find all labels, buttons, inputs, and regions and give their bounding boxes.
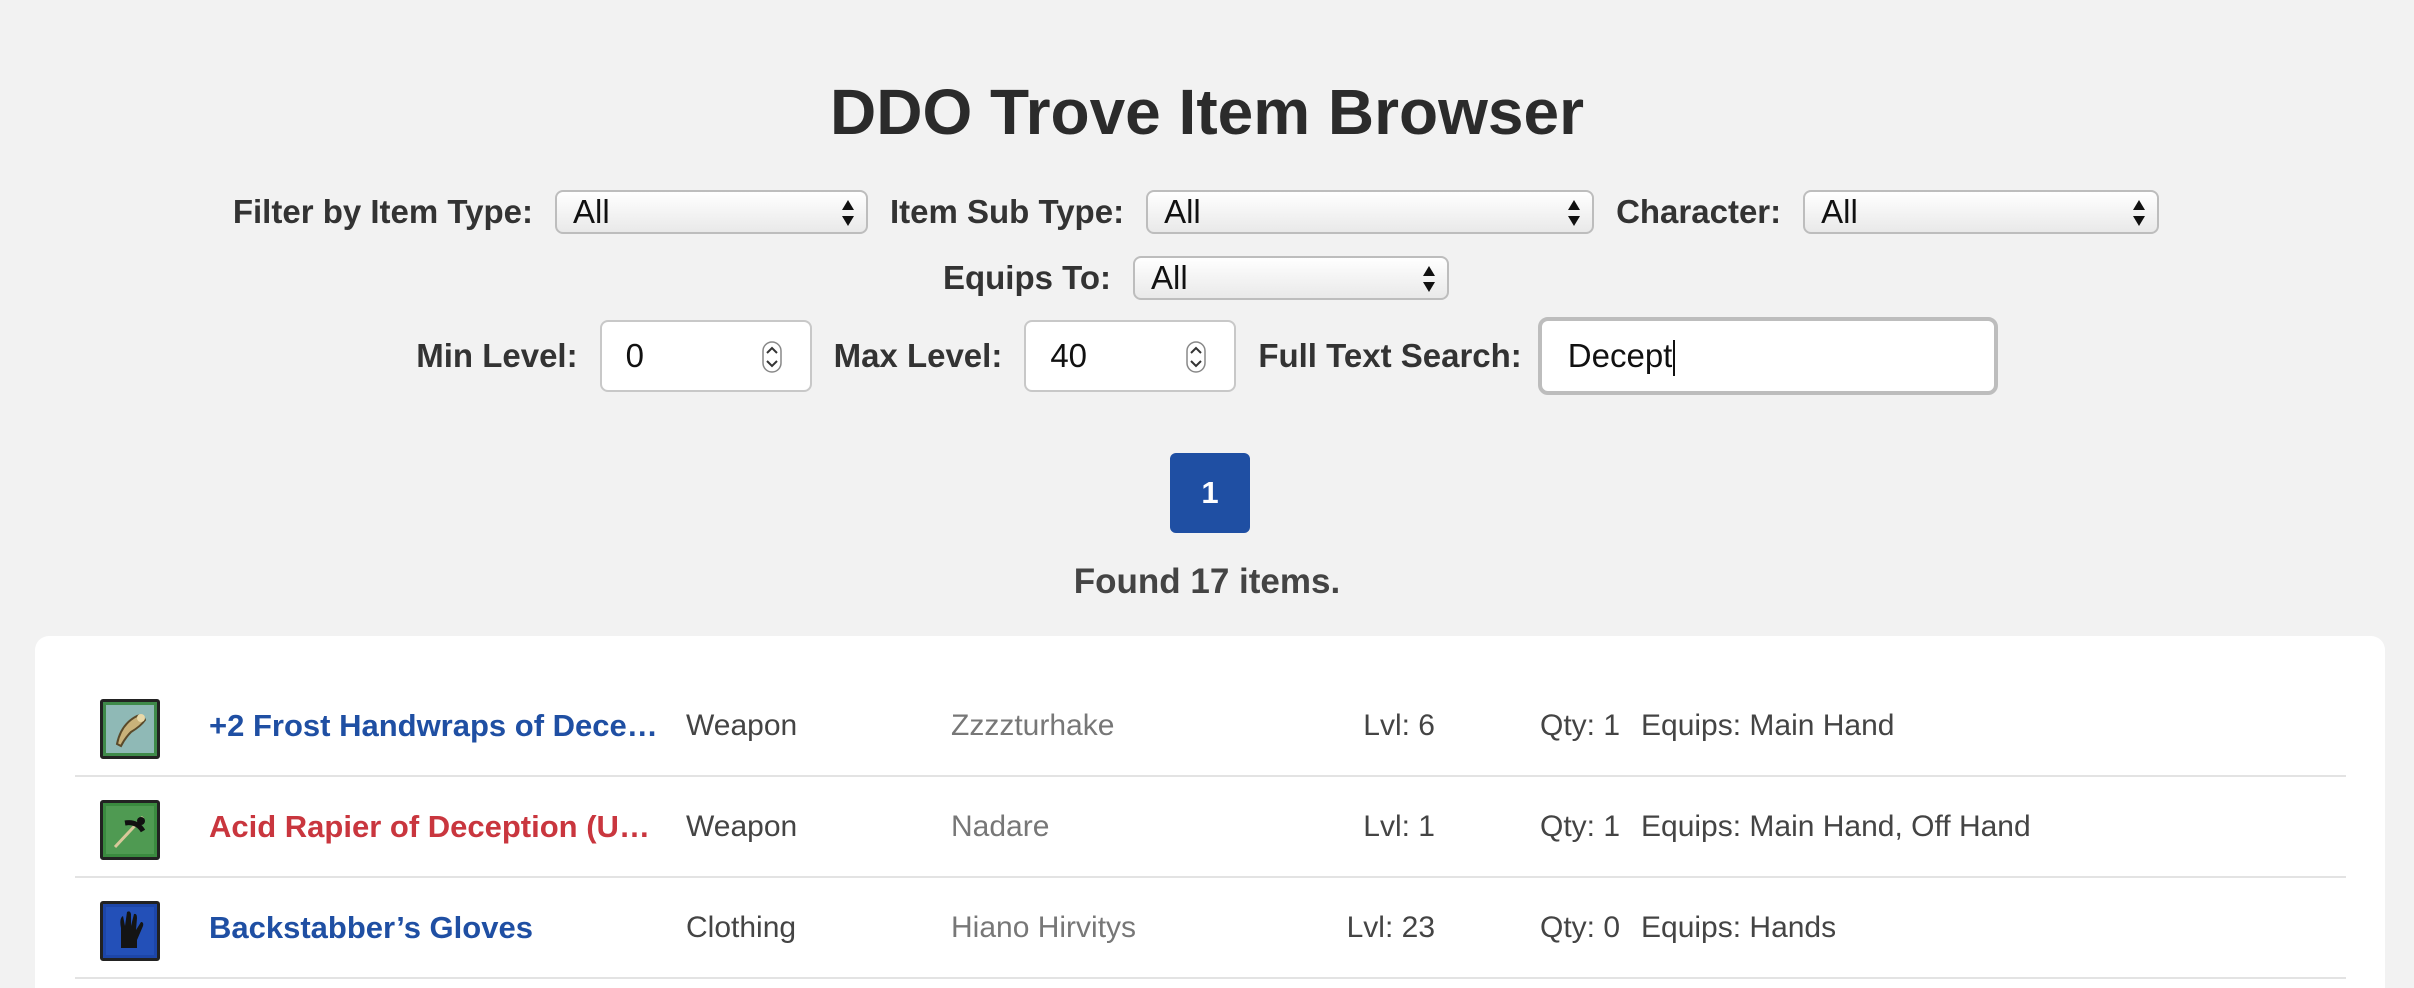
character-select[interactable]: All — [1803, 190, 2160, 234]
item-type-value: All — [572, 193, 610, 230]
item-equips: Equips: Main Hand, Off Hand — [1641, 810, 2031, 843]
select-arrows-icon — [841, 200, 854, 226]
item-qty: Qty: 1 — [1540, 709, 1621, 742]
results-summary: Found 17 items. — [1073, 562, 1341, 601]
page-title: DDO Trove Item Browser — [830, 76, 1584, 148]
rapier-weapon-icon — [100, 800, 160, 860]
list-item[interactable]: Backstabber’s Gloves Clothing Hiano Hirv… — [75, 878, 2346, 979]
full-text-search-label: Full Text Search: — [1258, 337, 1522, 374]
item-qty: Qty: 1 — [1540, 810, 1621, 843]
min-level-input[interactable]: 0 — [599, 320, 812, 392]
spinner-arrows-icon[interactable] — [761, 341, 782, 373]
max-level-input[interactable]: 40 — [1024, 320, 1237, 392]
filter-row-3: Min Level: 0 Max Level: 40 Full Text Sea… — [0, 317, 2414, 395]
item-name-link[interactable]: Acid Rapier of Deception (Unidentified) — [209, 777, 659, 877]
item-type: Weapon — [686, 810, 798, 843]
filter-row-2: Equips To: All — [0, 254, 2414, 302]
max-level-label: Max Level: — [833, 337, 1003, 374]
filter-row-1: Filter by Item Type: All Item Sub Type: … — [0, 188, 2414, 236]
item-name-link[interactable]: +2 Frost Handwraps of Deception — [209, 676, 659, 776]
item-qty: Qty: 0 — [1540, 911, 1621, 944]
full-text-search-value: Decept — [1567, 337, 1673, 374]
character-value: All — [1821, 193, 1858, 230]
page: DDO Trove Item Browser Filter by Item Ty… — [0, 0, 2414, 988]
item-sub-type-select[interactable]: All — [1146, 190, 1595, 234]
item-level: Lvl: 1 — [1363, 810, 1435, 843]
item-character: Nadare — [951, 810, 1050, 843]
page-1-button[interactable]: 1 — [1170, 453, 1250, 533]
list-item[interactable]: Acid Rapier of Deception (Unidentified) … — [75, 777, 2346, 878]
select-arrows-icon — [1568, 200, 1581, 226]
item-name-link[interactable]: Backstabber’s Gloves — [209, 878, 659, 978]
item-type-label: Filter by Item Type: — [232, 193, 533, 230]
equips-to-select[interactable]: All — [1133, 256, 1450, 300]
item-type-select[interactable]: All — [554, 190, 868, 234]
item-type: Clothing — [686, 911, 797, 944]
item-character: Zzzzturhake — [951, 709, 1115, 742]
item-sub-type-value: All — [1164, 193, 1201, 230]
results-list: +2 Frost Handwraps of Deception Weapon Z… — [35, 636, 2385, 988]
character-label: Character: — [1616, 193, 1782, 230]
text-caret — [1673, 340, 1676, 377]
gloves-clothing-icon — [100, 901, 160, 961]
item-equips: Equips: Hands — [1641, 911, 1837, 944]
max-level-value: 40 — [1050, 337, 1088, 374]
handwraps-weapon-icon — [100, 699, 160, 759]
spinner-arrows-icon[interactable] — [1186, 341, 1207, 373]
full-text-search-input[interactable]: Decept — [1537, 317, 1998, 395]
item-level: Lvl: 6 — [1363, 709, 1435, 742]
select-arrows-icon — [1423, 266, 1436, 292]
item-character: Hiano Hirvitys — [951, 911, 1137, 944]
list-item[interactable]: +2 Frost Handwraps of Deception Weapon Z… — [75, 676, 2346, 777]
min-level-value: 0 — [625, 337, 644, 374]
item-sub-type-label: Item Sub Type: — [889, 193, 1125, 230]
item-type: Weapon — [686, 709, 798, 742]
item-equips: Equips: Main Hand — [1641, 709, 1895, 742]
equips-to-label: Equips To: — [942, 259, 1112, 296]
item-level: Lvl: 23 — [1346, 911, 1435, 944]
equips-to-value: All — [1151, 259, 1188, 296]
min-level-label: Min Level: — [416, 337, 578, 374]
select-arrows-icon — [2133, 200, 2146, 226]
